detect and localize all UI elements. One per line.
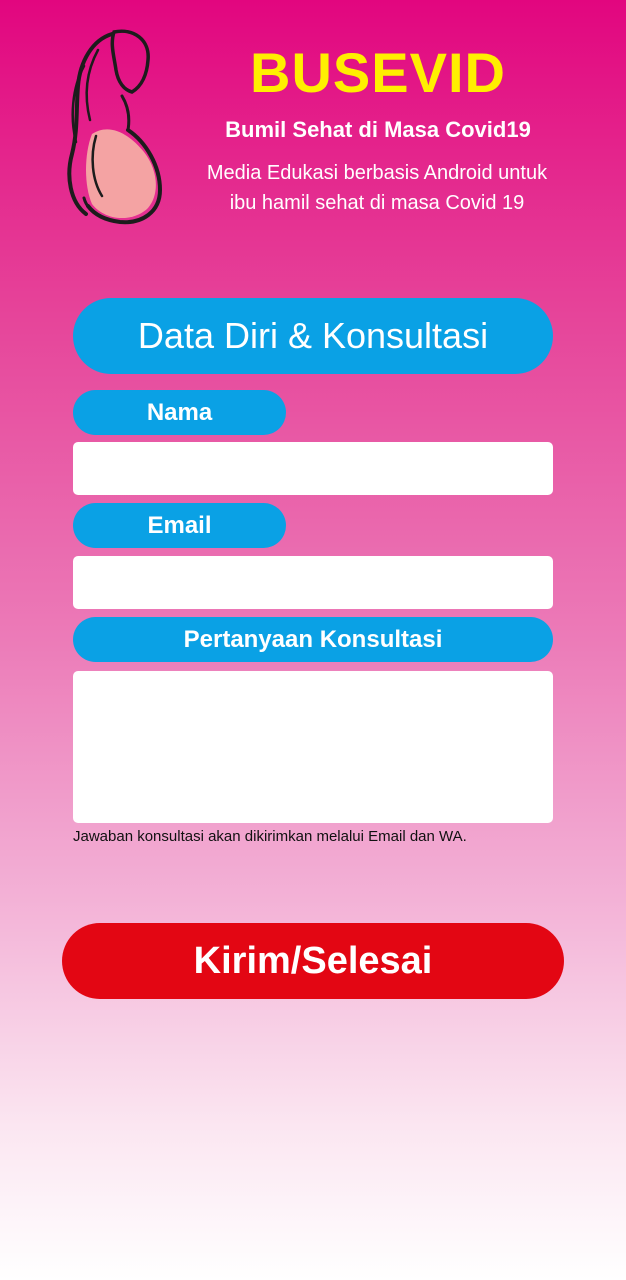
pertanyaan-textarea[interactable] bbox=[73, 671, 553, 823]
nama-label: Nama bbox=[73, 390, 286, 435]
pregnant-woman-icon bbox=[67, 29, 163, 225]
response-note: Jawaban konsultasi akan dikirimkan melal… bbox=[73, 828, 467, 845]
email-input[interactable] bbox=[73, 556, 553, 609]
pertanyaan-label: Pertanyaan Konsultasi bbox=[73, 617, 553, 662]
app-title: BUSEVID bbox=[250, 41, 506, 104]
nama-input[interactable] bbox=[73, 442, 553, 495]
app-description: Media Edukasi berbasis Android untuk ibu… bbox=[182, 158, 572, 218]
app-subtitle: Bumil Sehat di Masa Covid19 bbox=[225, 117, 531, 142]
email-label: Email bbox=[73, 503, 286, 548]
description-line-2: ibu hamil sehat di masa Covid 19 bbox=[229, 192, 525, 214]
submit-button[interactable]: Kirim/Selesai bbox=[62, 923, 564, 999]
description-line-1: Media Edukasi berbasis Android untuk bbox=[206, 162, 548, 184]
form-section-title: Data Diri & Konsultasi bbox=[73, 298, 553, 374]
